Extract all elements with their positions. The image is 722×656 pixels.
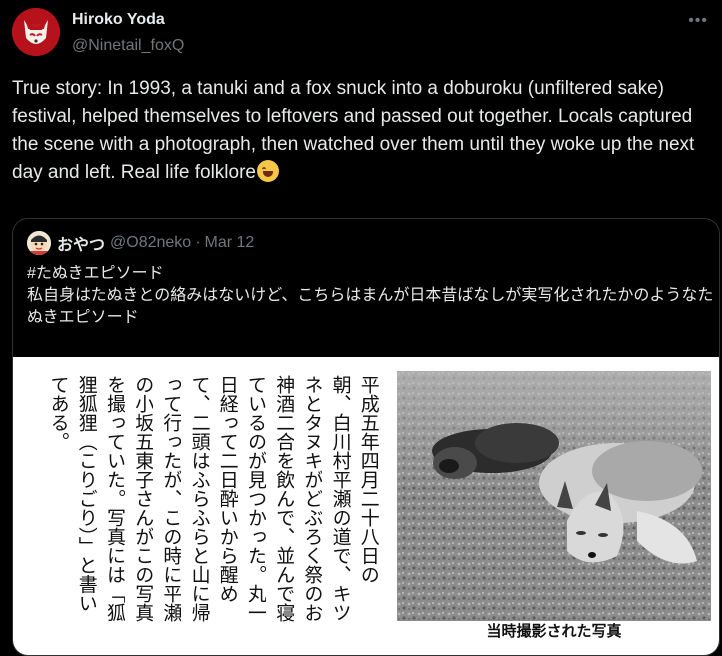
quoted-post-header: おやつ @O82neko · Mar 12 bbox=[27, 231, 254, 255]
post: Hiroko Yoda @Ninetail_foxQ ••• True stor… bbox=[0, 0, 722, 656]
post-header: Hiroko Yoda @Ninetail_foxQ bbox=[72, 10, 184, 56]
post-text: True story: In 1993, a tanuki and a fox … bbox=[12, 75, 708, 187]
article-column: てある。 bbox=[47, 375, 69, 451]
quoted-author-handle: @O82neko bbox=[110, 234, 192, 251]
author-handle[interactable]: @Ninetail_foxQ bbox=[72, 36, 184, 56]
quoted-author-avatar bbox=[27, 231, 51, 255]
quoted-post-date: Mar 12 bbox=[204, 234, 255, 251]
author-name[interactable]: Hiroko Yoda bbox=[72, 10, 184, 30]
article-column: 日経って二日酔いから醒め bbox=[216, 375, 238, 603]
rolling-on-floor-laughing-emoji-icon bbox=[256, 160, 279, 182]
quoted-hashtag[interactable]: #たぬきエピソード bbox=[27, 263, 717, 285]
article-column: て、二頭はふらふらと山に帰 bbox=[188, 375, 210, 622]
sleeping-fox-and-tanuki-image bbox=[397, 371, 711, 641]
fox-tanuki-photo bbox=[397, 371, 711, 641]
cartoon-character-icon bbox=[27, 231, 51, 255]
quoted-post[interactable]: おやつ @O82neko · Mar 12 #たぬきエピソード 私自身はたぬきと… bbox=[12, 218, 720, 656]
quoted-body-text: 私自身はたぬきとの絡みはないけど、こちらはまんが日本昔ばなしが実写化されたかのよ… bbox=[27, 287, 714, 326]
photo-caption: 当時撮影された写真 bbox=[397, 621, 711, 643]
article-column: ているのが見つかった。丸一 bbox=[245, 375, 266, 622]
article-column: ネとタヌキがどぶろく祭のお bbox=[301, 375, 323, 622]
article-column: 平成五年四月二十八日の bbox=[357, 375, 379, 584]
more-icon[interactable]: ••• bbox=[688, 12, 708, 30]
article-column: の小坂五東子さんがこの写真 bbox=[132, 375, 154, 622]
quoted-post-text: #たぬきエピソード 私自身はたぬきとの絡みはないけど、こちらはまんが日本昔ばなし… bbox=[27, 263, 717, 329]
quoted-post-image[interactable]: 平成五年四月二十八日の 朝、白川村平瀬の道で、キツ ネとタヌキがどぶろく祭のお 神酒二… bbox=[13, 357, 719, 655]
post-text-content: True story: In 1993, a tanuki and a fox … bbox=[12, 78, 695, 183]
article-column: 神酒二合を飲んで、並んで寝 bbox=[273, 375, 295, 622]
author-avatar[interactable] bbox=[12, 8, 60, 56]
article-column: 狸狐狸（こりごり）」と書い bbox=[75, 375, 97, 613]
separator-dot: · bbox=[195, 234, 201, 251]
article-column: を撮っていた。写真には「狐 bbox=[104, 375, 125, 622]
quoted-author-name: おやつ bbox=[57, 237, 106, 254]
article-column: 朝、白川村平瀬の道で、キツ bbox=[329, 375, 351, 622]
fox-mask-icon bbox=[12, 8, 60, 56]
article-column: って行ったが、この時に平瀬 bbox=[160, 375, 182, 622]
